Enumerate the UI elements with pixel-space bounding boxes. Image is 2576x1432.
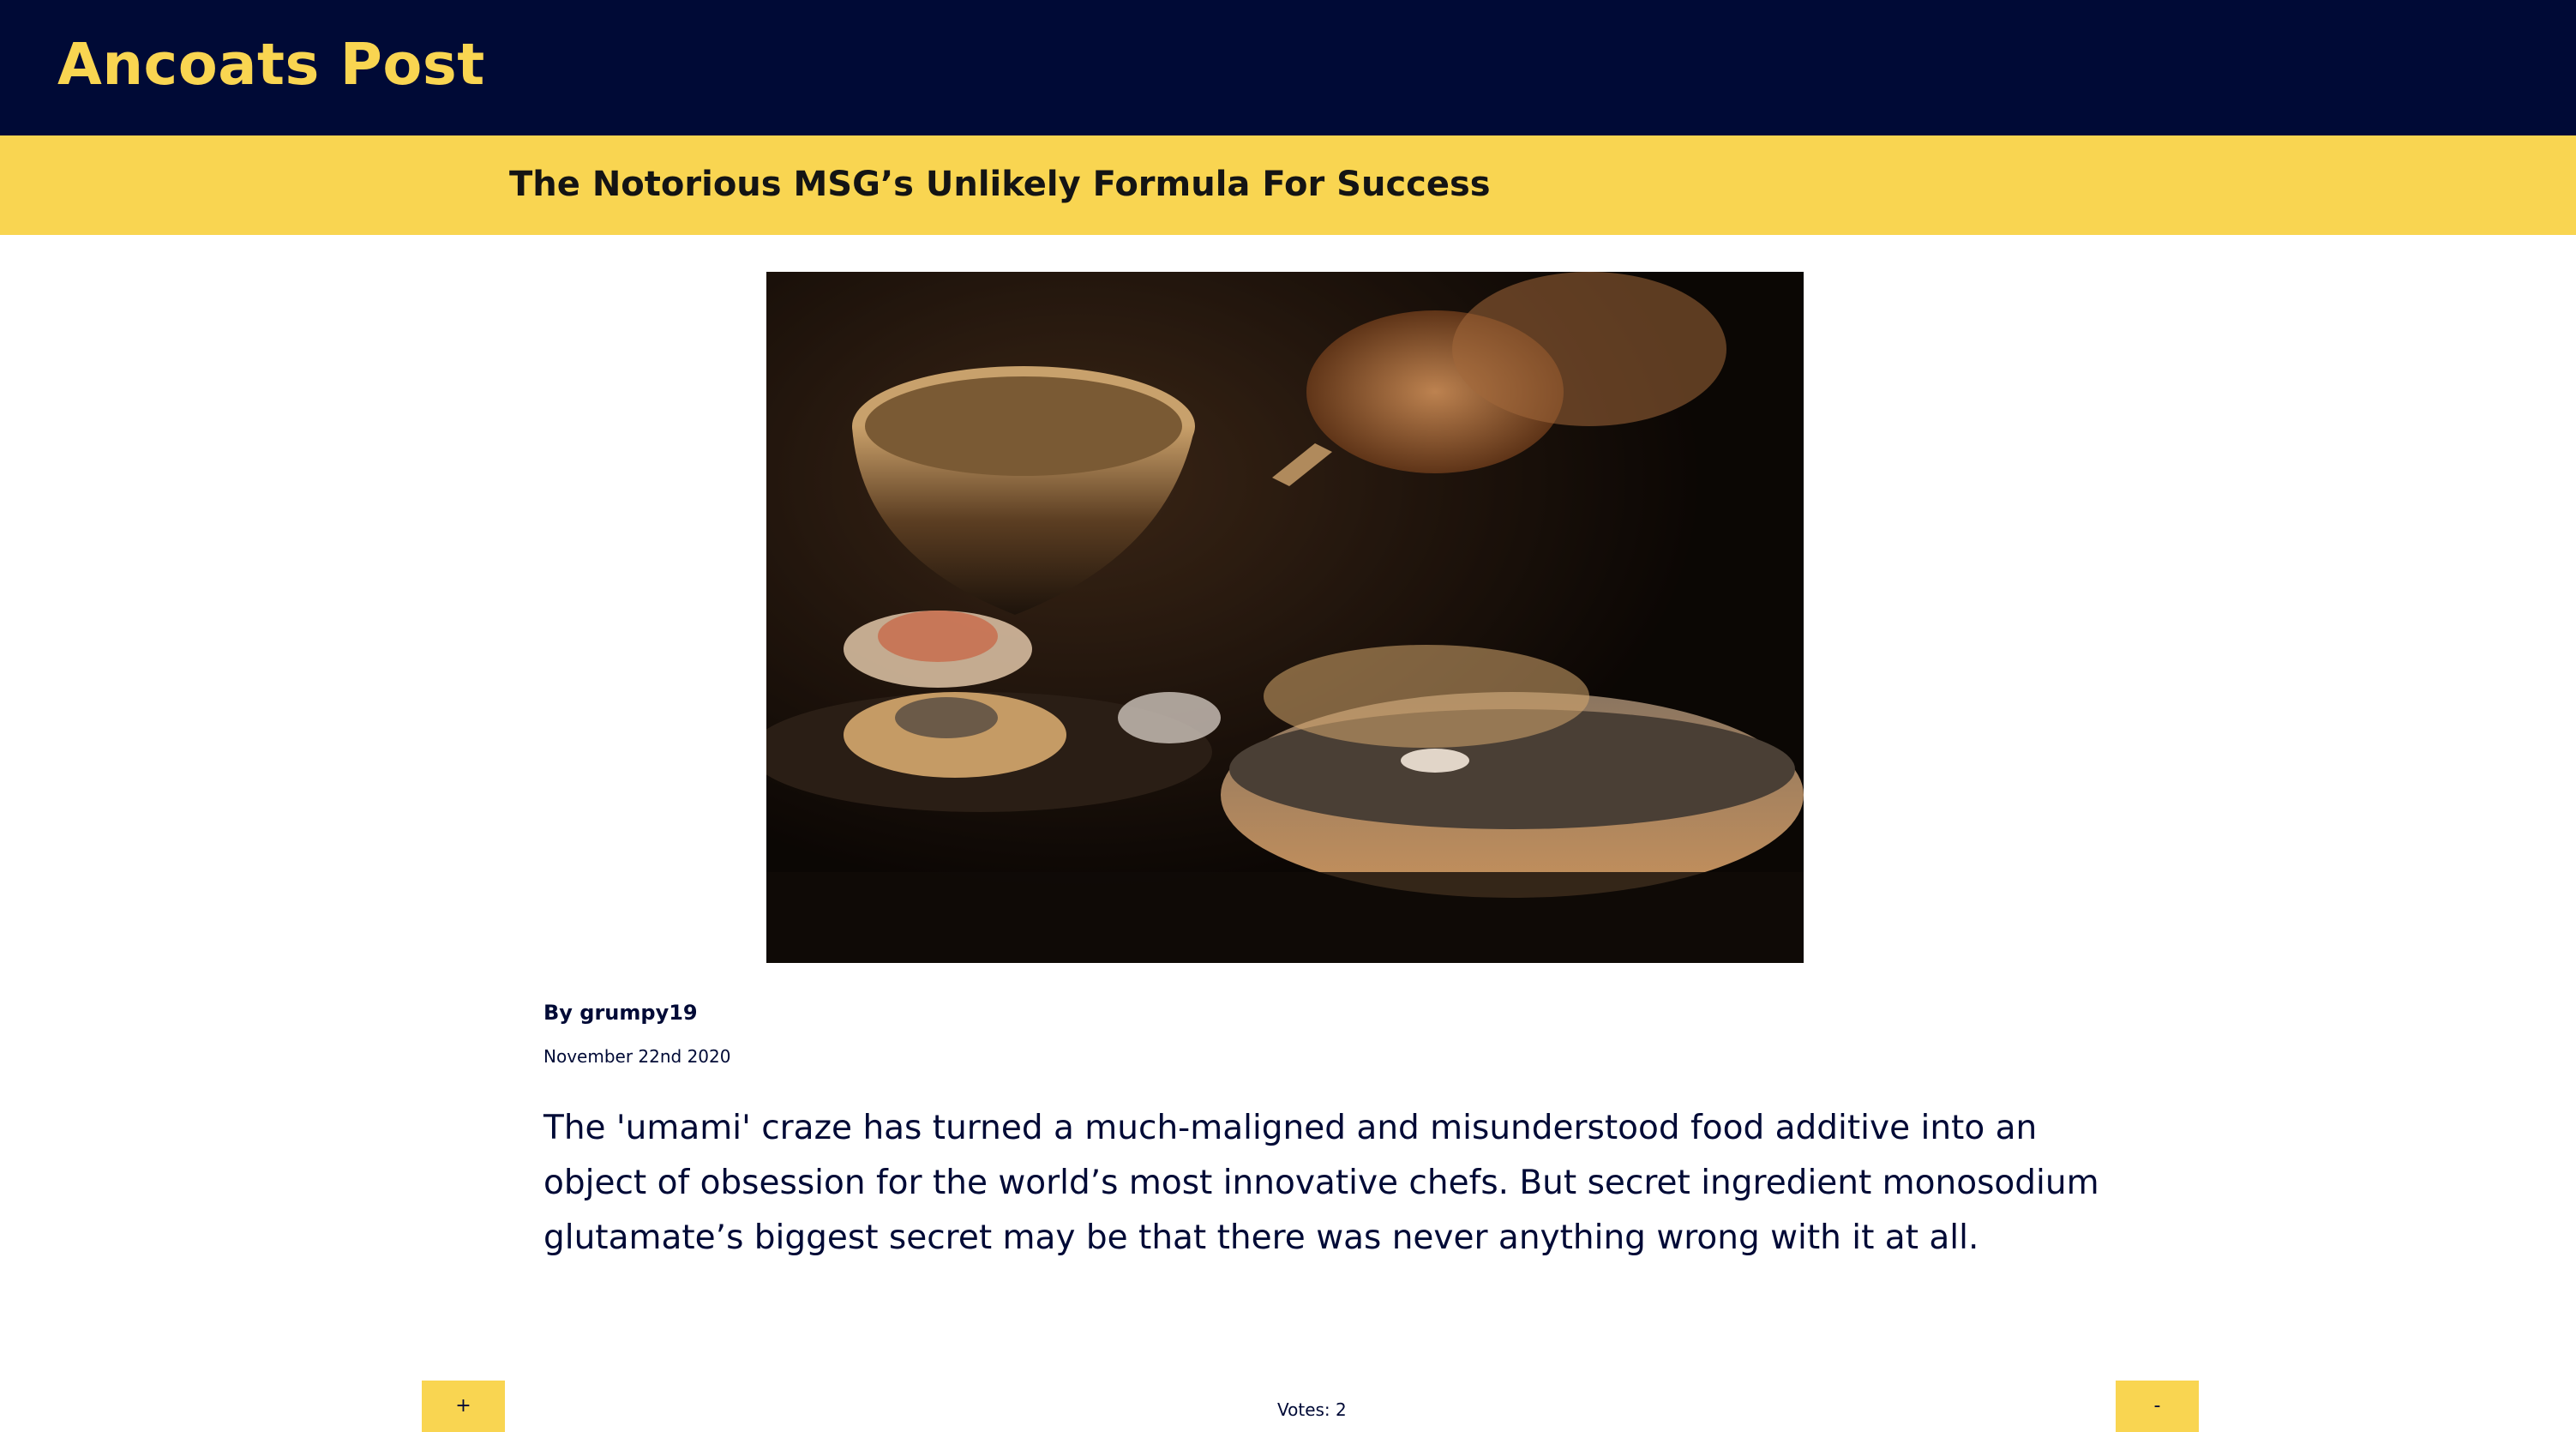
headline-band: The Notorious MSG’s Unlikely Formula For… xyxy=(0,135,2576,235)
site-title[interactable]: Ancoats Post xyxy=(57,26,485,103)
article-date: November 22nd 2020 xyxy=(543,1046,731,1067)
article-headline: The Notorious MSG’s Unlikely Formula For… xyxy=(509,165,1491,204)
downvote-button[interactable]: - xyxy=(2116,1381,2199,1432)
article-summary: The 'umami' craze has turned a much-mali… xyxy=(543,1109,2099,1257)
upvote-button[interactable]: + xyxy=(422,1381,505,1432)
vote-count: Votes: 2 xyxy=(1277,1399,1347,1420)
article-byline[interactable]: By grumpy19 xyxy=(543,998,698,1027)
article-hero-image xyxy=(766,272,1804,963)
site-header: Ancoats Post xyxy=(0,0,2576,135)
